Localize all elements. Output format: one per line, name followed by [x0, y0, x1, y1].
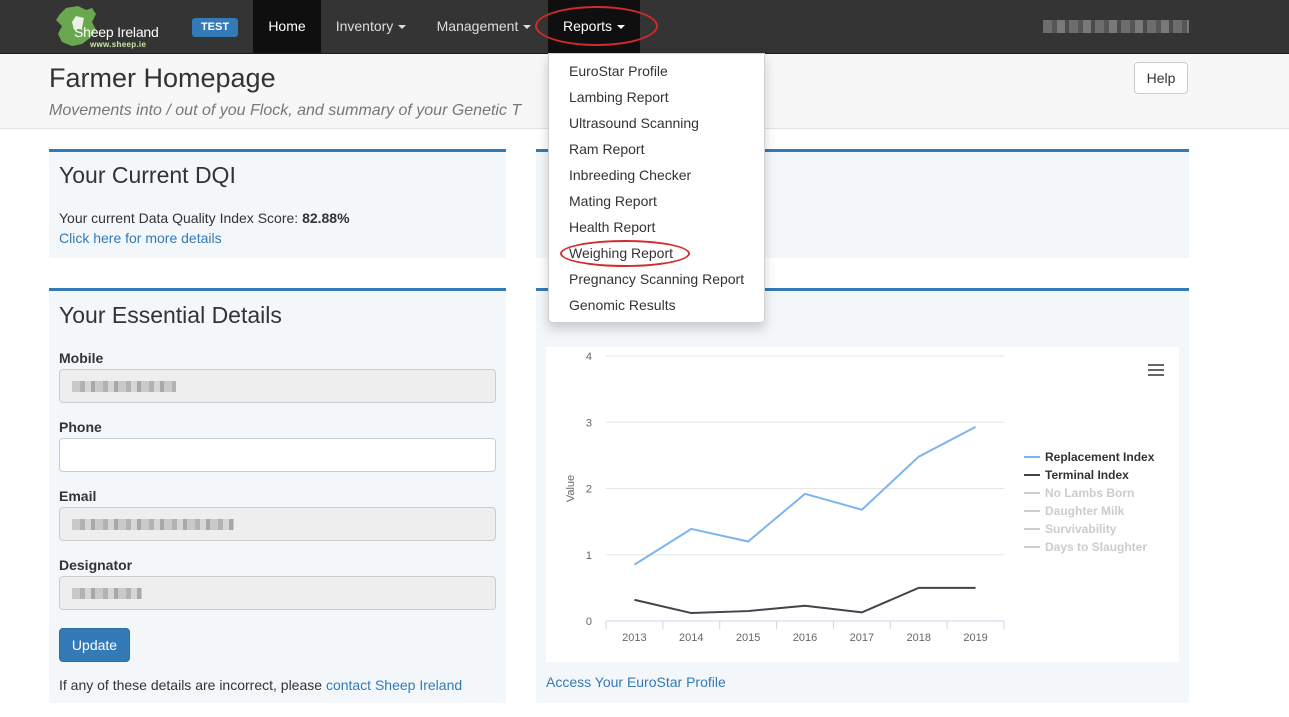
- details-footnote: If any of these details are incorrect, p…: [59, 677, 462, 693]
- top-navbar: Sheep Ireland www.sheep.ie TEST Home Inv…: [0, 0, 1289, 54]
- phone-field[interactable]: [59, 438, 496, 472]
- designator-field: [59, 576, 496, 610]
- reports-dropdown-menu: EuroStar Profile Lambing Report Ultrasou…: [548, 53, 765, 323]
- x-tick-label: 2017: [850, 632, 874, 644]
- nav-inventory-label: Inventory: [335, 18, 394, 34]
- legend-item[interactable]: Daughter Milk: [1045, 504, 1125, 518]
- phone-label: Phone: [59, 419, 102, 435]
- menu-item-pregnancy-scanning-report[interactable]: Pregnancy Scanning Report: [569, 271, 744, 287]
- menu-item-mating-report[interactable]: Mating Report: [569, 193, 657, 209]
- mobile-field: [59, 369, 496, 403]
- x-tick-label: 2014: [679, 632, 703, 644]
- redacted-value: [72, 519, 234, 530]
- contact-sheep-ireland-link[interactable]: contact Sheep Ireland: [326, 677, 462, 693]
- nav-home[interactable]: Home: [253, 0, 321, 53]
- redacted-value: [72, 381, 176, 392]
- chart-menu-icon[interactable]: [1148, 364, 1164, 376]
- email-field: [59, 507, 496, 541]
- y-tick-label: 4: [586, 351, 592, 363]
- menu-item-ultrasound-scanning[interactable]: Ultrasound Scanning: [569, 115, 699, 131]
- series-line-terminal-index[interactable]: [634, 586, 976, 615]
- genetic-trend-chart: 0 1 2 3 4 2013 2014 2015 2016 2017 2018 2019 Value R…: [546, 347, 1179, 662]
- legend-item[interactable]: Days to Slaughter: [1045, 540, 1147, 554]
- essential-details-title: Your Essential Details: [59, 302, 282, 328]
- mobile-label: Mobile: [59, 350, 104, 366]
- environment-badge: TEST: [192, 18, 238, 37]
- nav-inventory[interactable]: Inventory: [321, 0, 421, 53]
- dqi-score-prefix: Your current Data Quality Index Score:: [59, 210, 303, 226]
- menu-item-ram-report[interactable]: Ram Report: [569, 141, 644, 157]
- legend-item[interactable]: Terminal Index: [1045, 468, 1129, 482]
- essential-details-panel: Your Essential Details Mobile Phone Emai…: [49, 288, 506, 703]
- dqi-score-value: 82.88%: [302, 210, 350, 226]
- x-tick-label: 2015: [736, 632, 760, 644]
- y-tick-label: 3: [586, 417, 592, 429]
- nav-reports-label: Reports: [562, 18, 613, 34]
- x-tick-label: 2018: [906, 632, 930, 644]
- page-subtitle: Movements into / out of you Flock, and s…: [49, 102, 522, 119]
- chevron-down-icon: [523, 25, 532, 30]
- y-tick-label: 0: [586, 616, 592, 628]
- menu-item-weighing-report[interactable]: Weighing Report: [569, 245, 673, 261]
- nav-management[interactable]: Management: [423, 0, 545, 53]
- nav-management-label: Management: [436, 18, 519, 34]
- x-tick-label: 2013: [622, 632, 646, 644]
- update-button[interactable]: Update: [59, 628, 130, 662]
- help-button[interactable]: Help: [1134, 62, 1188, 94]
- nav-home-label: Home: [268, 18, 306, 34]
- chevron-down-icon: [398, 25, 407, 30]
- menu-item-eurostar-profile[interactable]: EuroStar Profile: [569, 63, 668, 79]
- sheep-ireland-logo[interactable]: Sheep Ireland www.sheep.ie: [52, 4, 167, 49]
- nav-reports[interactable]: Reports: [548, 0, 640, 53]
- designator-label: Designator: [59, 557, 133, 573]
- y-tick-label: 2: [586, 484, 592, 496]
- dqi-panel: Your Current DQI Your current Data Quali…: [49, 149, 506, 258]
- x-tick-label: 2016: [793, 632, 817, 644]
- series-line-replacement-index[interactable]: [633, 426, 977, 566]
- dqi-score-text: Your current Data Quality Index Score: 8…: [59, 210, 350, 226]
- logo-subtext: www.sheep.ie: [90, 40, 147, 49]
- dqi-details-link[interactable]: Click here for more details: [59, 230, 222, 246]
- chevron-down-icon: [617, 25, 626, 30]
- y-tick-label: 1: [586, 550, 592, 562]
- legend-item[interactable]: No Lambs Born: [1045, 486, 1134, 500]
- legend-item[interactable]: Replacement Index: [1045, 450, 1155, 464]
- menu-item-health-report[interactable]: Health Report: [569, 219, 655, 235]
- chart-svg: 0 1 2 3 4 2013 2014 2015 2016 2017 2018 2019 Value R…: [565, 351, 1164, 644]
- menu-item-lambing-report[interactable]: Lambing Report: [569, 89, 669, 105]
- redacted-value: [72, 588, 142, 599]
- logo-text: Sheep Ireland: [74, 24, 159, 40]
- x-tick-label: 2019: [963, 632, 987, 644]
- legend-item[interactable]: Survivability: [1045, 522, 1117, 536]
- y-axis-label: Value: [565, 475, 577, 502]
- page-title: Farmer Homepage: [49, 63, 276, 93]
- menu-item-genomic-results[interactable]: Genomic Results: [569, 297, 676, 313]
- dqi-title: Your Current DQI: [59, 162, 236, 188]
- menu-item-inbreeding-checker[interactable]: Inbreeding Checker: [569, 167, 691, 183]
- user-account-menu[interactable]: [1043, 20, 1189, 33]
- email-label: Email: [59, 488, 97, 504]
- eurostar-profile-link[interactable]: Access Your EuroStar Profile: [546, 674, 726, 690]
- footnote-text: If any of these details are incorrect, p…: [59, 677, 326, 693]
